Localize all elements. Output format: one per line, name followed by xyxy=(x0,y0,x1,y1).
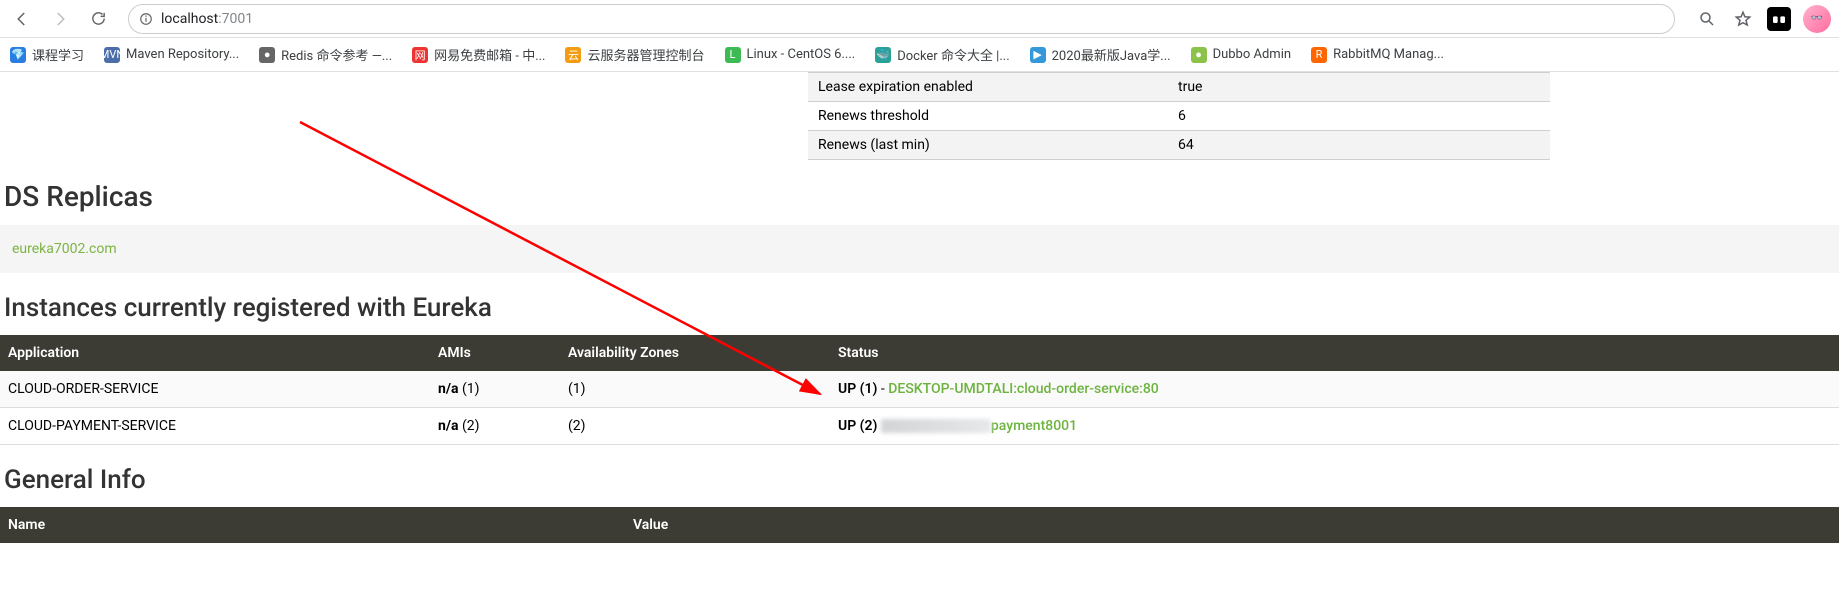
toolbar-right-icons: 👓 xyxy=(1695,5,1831,33)
extension-icon xyxy=(1771,11,1787,27)
reload-icon xyxy=(90,10,107,27)
server-info-table: Lease expiration enabledtrueRenews thres… xyxy=(808,72,1550,160)
address-bar[interactable]: localhost:7001 xyxy=(128,4,1675,34)
general-info-col-value: Value xyxy=(625,507,1839,543)
cell-status: UP (1) - DESKTOP-UMDTALI:cloud-order-ser… xyxy=(830,371,1839,408)
instances-col-application: Application xyxy=(0,335,430,371)
bookmark-label: Dubbo Admin xyxy=(1213,47,1292,62)
bookmark-label: 课程学习 xyxy=(32,45,84,64)
server-info-key: Lease expiration enabled xyxy=(808,73,1168,101)
server-info-value: 6 xyxy=(1168,102,1550,130)
instances-col-availability-zones: Availability Zones xyxy=(560,335,830,371)
url-host: localhost:7001 xyxy=(161,11,253,27)
bookmark-item[interactable]: R RabbitMQ Manag... xyxy=(1311,47,1444,63)
server-info-row: Renews (last min)64 xyxy=(808,131,1550,160)
bookmark-label: Redis 命令参考 —... xyxy=(281,45,392,64)
bookmark-label: RabbitMQ Manag... xyxy=(1333,47,1444,62)
bookmark-favicon: L xyxy=(725,47,741,63)
bookmarks-bar: 💎 课程学习 MVN Maven Repository... ● Redis 命令参考 —… xyxy=(0,38,1839,72)
server-info-row: Lease expiration enabledtrue xyxy=(808,73,1550,102)
cell-availability-zone: (2) xyxy=(560,408,830,445)
server-info-key: Renews threshold xyxy=(808,102,1168,130)
server-info-row: Renews threshold6 xyxy=(808,102,1550,131)
bookmark-favicon: ▶ xyxy=(1030,47,1046,63)
cell-ami: n/a (1) xyxy=(430,371,560,408)
bookmark-item[interactable]: 云云服务器管理控制台 xyxy=(565,45,704,64)
cell-availability-zone: (1) xyxy=(560,371,830,408)
nav-forward-button[interactable] xyxy=(46,5,74,33)
page-content: Lease expiration enabledtrueRenews thres… xyxy=(0,72,1839,583)
bookmark-item[interactable]: 💎 课程学习 xyxy=(10,45,84,64)
instance-link[interactable]: DESKTOP-UMDTALI:cloud-order-service:80 xyxy=(888,381,1158,397)
bookmark-favicon: R xyxy=(1311,47,1327,63)
ds-replicas-panel: eureka7002.com xyxy=(0,225,1839,273)
star-icon xyxy=(1734,10,1752,28)
bookmark-label: 网易免费邮箱 - 中... xyxy=(434,45,545,64)
bookmark-label: 2020最新版Java学... xyxy=(1052,45,1171,64)
bookmark-label: Docker 命令大全 |... xyxy=(897,45,1009,64)
bookmark-favicon: ● xyxy=(1191,47,1207,63)
instances-col-amis: AMIs xyxy=(430,335,560,371)
ds-replicas-heading: DS Replicas xyxy=(4,180,1839,213)
bookmark-favicon: 🐳 xyxy=(875,47,891,63)
arrow-left-icon xyxy=(13,10,31,28)
bookmark-favicon: 网 xyxy=(412,47,428,63)
server-info-key: Renews (last min) xyxy=(808,131,1168,159)
bookmark-favicon: 云 xyxy=(565,47,581,63)
browser-toolbar: localhost:7001 👓 xyxy=(0,0,1839,38)
server-info-value: true xyxy=(1168,73,1550,101)
bookmark-item[interactable]: ● Redis 命令参考 —... xyxy=(259,45,392,64)
bookmark-item[interactable]: ● Dubbo Admin xyxy=(1191,47,1292,63)
bookmark-star-button[interactable] xyxy=(1731,7,1755,31)
info-icon xyxy=(139,12,153,26)
instances-table: Application AMIs Availability Zones Stat… xyxy=(0,335,1839,445)
table-row: CLOUD-ORDER-SERVICEn/a (1)(1)UP (1) - DE… xyxy=(0,371,1839,408)
profile-avatar[interactable]: 👓 xyxy=(1803,5,1831,33)
instance-link[interactable]: payment8001 xyxy=(991,418,1077,434)
bookmark-item[interactable]: MVN Maven Repository... xyxy=(104,47,239,63)
server-info-value: 64 xyxy=(1168,131,1550,159)
bookmark-favicon: 💎 xyxy=(10,47,26,63)
general-info-col-name: Name xyxy=(0,507,625,543)
redacted-host xyxy=(881,419,991,433)
bookmark-item[interactable]: ▶ 2020最新版Java学... xyxy=(1030,45,1171,64)
instances-col-status: Status xyxy=(830,335,1839,371)
extension-button[interactable] xyxy=(1767,7,1791,31)
bookmark-favicon: MVN xyxy=(104,47,120,63)
bookmark-label: Maven Repository... xyxy=(126,47,239,62)
cell-application: CLOUD-ORDER-SERVICE xyxy=(0,371,430,408)
bookmark-favicon: ● xyxy=(259,47,275,63)
general-info-table: Name Value xyxy=(0,507,1839,543)
bookmark-item[interactable]: L Linux - CentOS 6.... xyxy=(725,47,856,63)
arrow-right-icon xyxy=(51,10,69,28)
bookmark-label: 云服务器管理控制台 xyxy=(587,45,704,64)
bookmark-label: Linux - CentOS 6.... xyxy=(747,47,856,62)
nav-back-button[interactable] xyxy=(8,5,36,33)
replica-link[interactable]: eureka7002.com xyxy=(12,241,117,257)
avatar-glasses-icon: 👓 xyxy=(1811,13,1823,24)
cell-status: UP (2) payment8001 xyxy=(830,408,1839,445)
bookmark-item[interactable]: 🐳 Docker 命令大全 |... xyxy=(875,45,1009,64)
magnifier-icon xyxy=(1698,10,1716,28)
instances-heading: Instances currently registered with Eure… xyxy=(4,293,1839,323)
bookmark-item[interactable]: 网网易免费邮箱 - 中... xyxy=(412,45,545,64)
cell-ami: n/a (2) xyxy=(430,408,560,445)
nav-reload-button[interactable] xyxy=(84,5,112,33)
zoom-button[interactable] xyxy=(1695,7,1719,31)
general-info-heading: General Info xyxy=(4,465,1839,495)
cell-application: CLOUD-PAYMENT-SERVICE xyxy=(0,408,430,445)
table-row: CLOUD-PAYMENT-SERVICEn/a (2)(2)UP (2) pa… xyxy=(0,408,1839,445)
